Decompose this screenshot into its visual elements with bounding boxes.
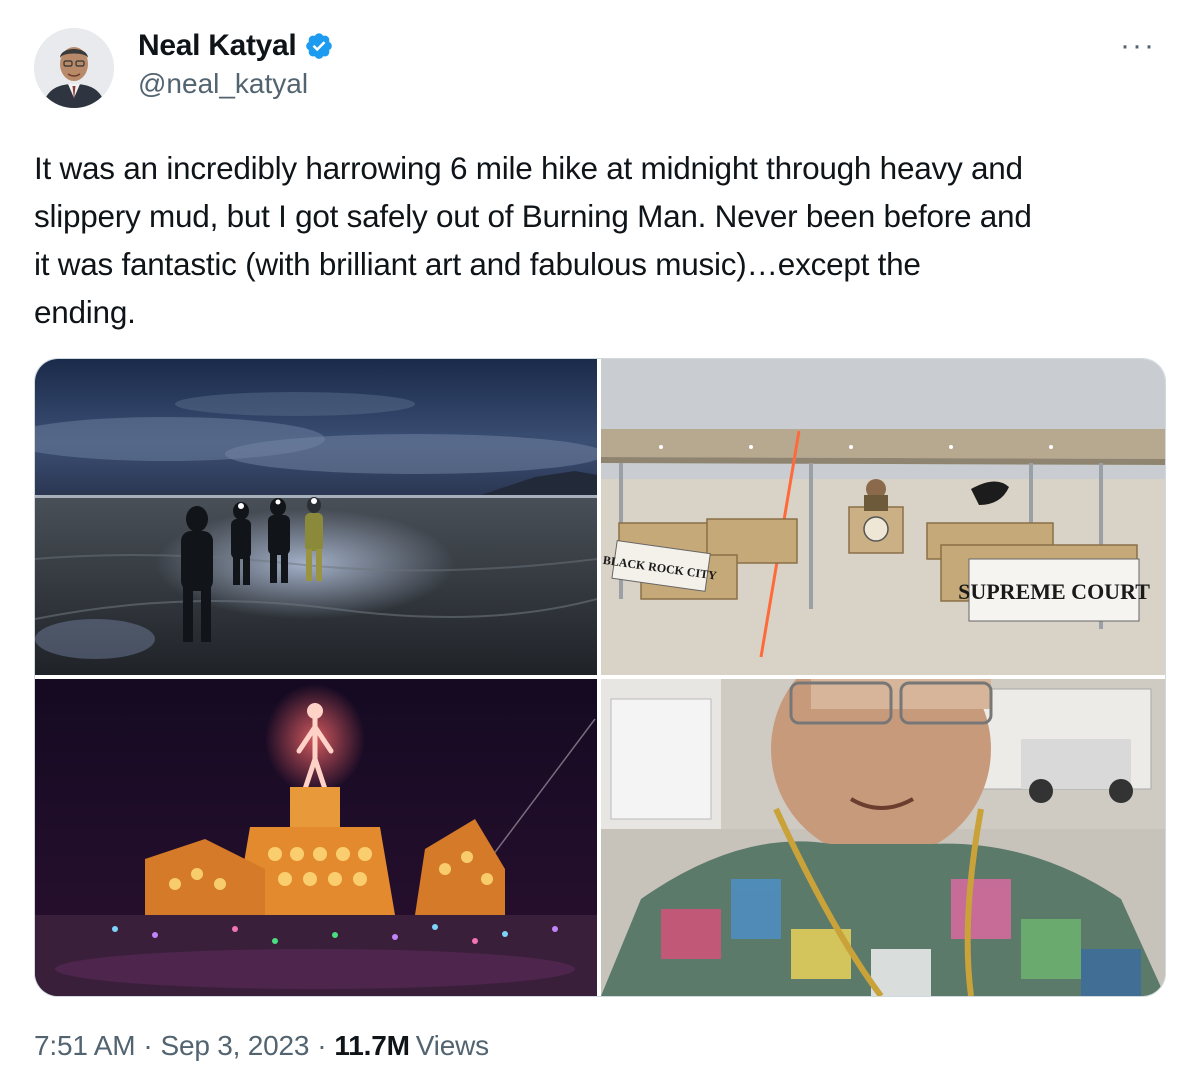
more-options-button[interactable]: ··· bbox=[1118, 28, 1158, 64]
verified-badge-icon[interactable] bbox=[304, 31, 334, 61]
media-grid: BLACK ROCK CITY SUPREME COURT bbox=[34, 358, 1166, 997]
photo-night-hike[interactable] bbox=[35, 359, 597, 675]
tweet-date-link[interactable]: Sep 3, 2023 bbox=[160, 1030, 309, 1062]
avatar-image bbox=[34, 28, 114, 108]
meta-separator: · bbox=[317, 1030, 327, 1061]
photo-supreme-court-camp[interactable]: BLACK ROCK CITY SUPREME COURT bbox=[601, 359, 1165, 675]
views-count[interactable]: 11.7M bbox=[334, 1030, 409, 1062]
author-block: Neal Katyal @neal_katyal bbox=[138, 26, 334, 100]
tweet: Neal Katyal @neal_katyal ··· It was an i… bbox=[0, 0, 1180, 1084]
avatar[interactable] bbox=[34, 28, 114, 108]
photo-the-man[interactable] bbox=[35, 679, 597, 996]
tweet-text: It was an incredibly harrowing 6 mile hi… bbox=[34, 150, 1032, 330]
tweet-time-link[interactable]: 7:51 AM bbox=[34, 1030, 136, 1062]
night-hike-image bbox=[35, 359, 597, 675]
the-man-image bbox=[35, 679, 597, 996]
meta-separator: · bbox=[143, 1030, 153, 1061]
display-name[interactable]: Neal Katyal bbox=[138, 29, 297, 63]
tweet-meta: 7:51 AM · Sep 3, 2023 · 11.7M Views bbox=[34, 1030, 489, 1062]
sign-supreme-court: SUPREME COURT bbox=[958, 579, 1150, 604]
photo-selfie[interactable] bbox=[601, 679, 1165, 996]
supreme-court-image: BLACK ROCK CITY SUPREME COURT bbox=[601, 359, 1165, 675]
handle[interactable]: @neal_katyal bbox=[138, 68, 334, 100]
views-label: Views bbox=[415, 1030, 489, 1061]
selfie-image bbox=[601, 679, 1165, 996]
